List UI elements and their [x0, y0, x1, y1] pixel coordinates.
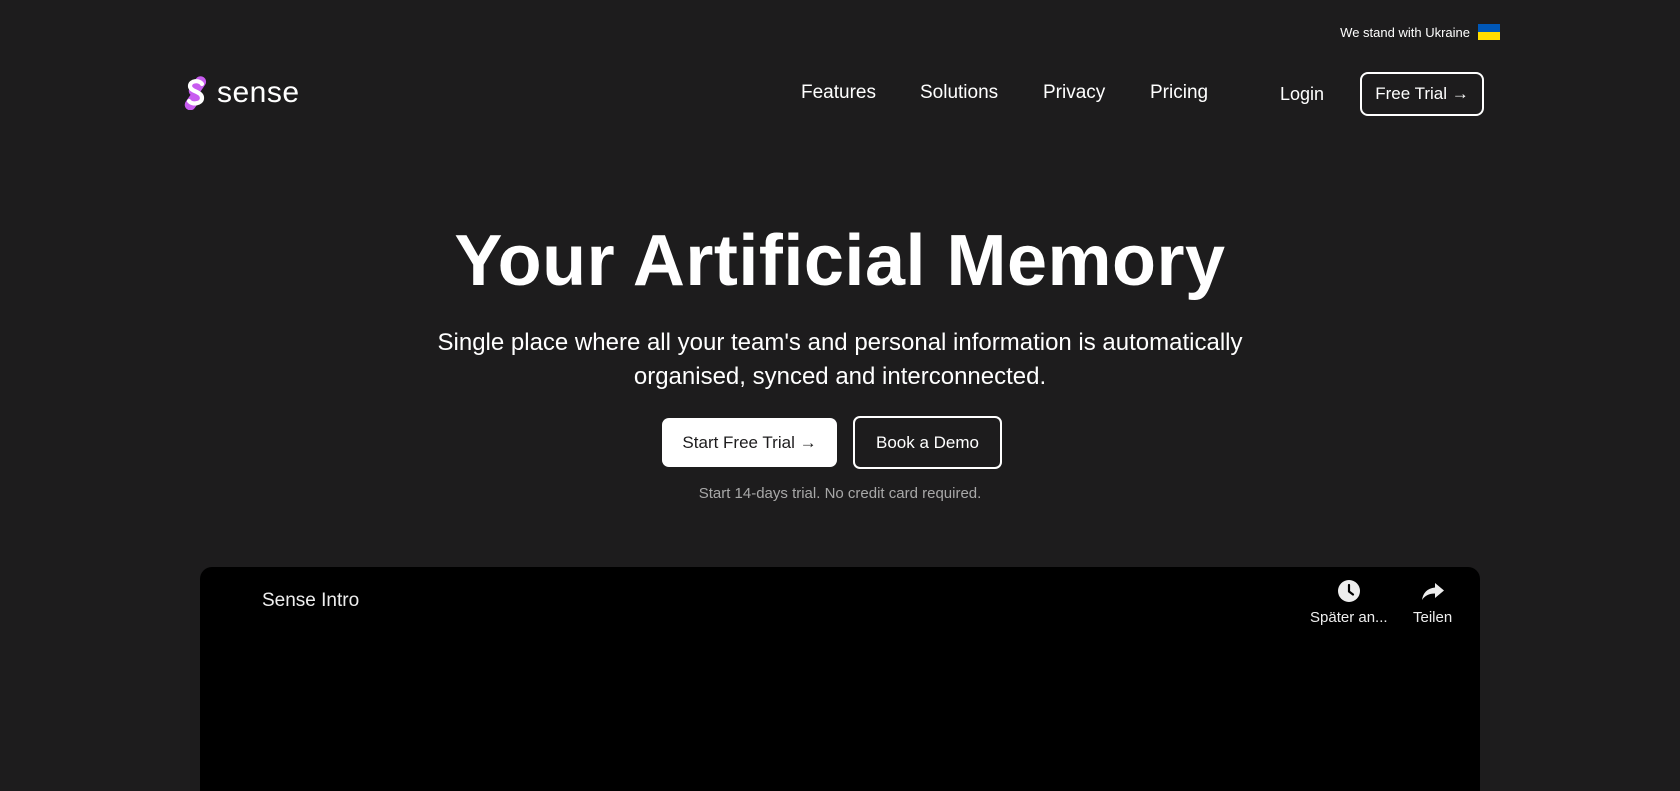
video-title[interactable]: Sense Intro: [262, 590, 359, 612]
share-button[interactable]: Teilen: [1413, 579, 1452, 626]
hero-title: Your Artificial Memory: [454, 221, 1226, 301]
ukraine-banner[interactable]: We stand with Ukraine: [1340, 24, 1500, 40]
free-trial-button[interactable]: Free Trial →: [1360, 72, 1484, 116]
brand-name: sense: [217, 76, 300, 109]
hero-subtitle-line-2: organised, synced and interconnected.: [633, 363, 1047, 390]
trial-note: Start 14-days trial. No credit card requ…: [698, 485, 982, 502]
watch-later-button[interactable]: Später an...: [1310, 579, 1388, 626]
clock-icon: [1337, 580, 1360, 602]
nav-pricing[interactable]: Pricing: [1150, 82, 1208, 104]
hero-subtitle: Single place where all your team's and p…: [340, 326, 1340, 394]
share-label: Teilen: [1413, 609, 1453, 626]
share-icon: [1421, 583, 1444, 600]
login-link[interactable]: Login: [1280, 84, 1324, 105]
sense-logo-icon: [184, 76, 207, 110]
brand-logo[interactable]: sense: [183, 76, 300, 110]
nav-privacy[interactable]: Privacy: [1043, 82, 1105, 104]
start-free-trial-button[interactable]: Start Free Trial →: [662, 418, 837, 467]
page: We stand with Ukraine sense Features Sol…: [0, 0, 1680, 791]
watch-later-label: Später an...: [1310, 609, 1388, 626]
ukraine-flag-icon: [1478, 24, 1500, 40]
hero-subtitle-line-1: Single place where all your team's and p…: [437, 329, 1243, 356]
nav-features[interactable]: Features: [801, 82, 876, 104]
book-demo-button[interactable]: Book a Demo: [853, 416, 1002, 469]
ukraine-banner-text: We stand with Ukraine: [1340, 24, 1470, 40]
video-player[interactable]: Sense Intro Später an... Teilen: [200, 567, 1480, 791]
nav-solutions[interactable]: Solutions: [920, 82, 998, 104]
